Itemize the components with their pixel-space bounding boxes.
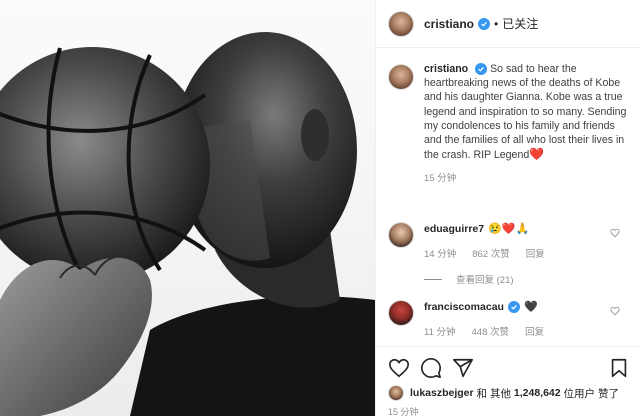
comment-text: 🖤 <box>523 301 538 313</box>
commenter-avatar[interactable] <box>388 300 414 326</box>
header-separator: • <box>494 16 499 31</box>
caption-text: So sad to hear the heartbreaking news of… <box>424 63 627 162</box>
follow-status-button[interactable]: 已关注 <box>502 15 538 32</box>
post-header: cristiano • 已关注 <box>376 0 640 48</box>
caption-body: cristiano So sad to hear the heartbreaki… <box>424 62 629 187</box>
caption-username[interactable]: cristiano <box>424 63 468 75</box>
likes-count[interactable]: 1,248,642 <box>514 387 561 399</box>
post-time: 15 分钟 <box>388 407 419 416</box>
commenter-username[interactable]: eduaguirre7 <box>424 223 484 235</box>
author-avatar[interactable] <box>388 10 414 37</box>
liker-avatar[interactable] <box>388 385 404 401</box>
comment-likes[interactable]: 448 次赞 <box>472 324 510 338</box>
small-heart-icon[interactable] <box>610 228 620 238</box>
post-photo[interactable] <box>0 0 375 416</box>
post-caption: cristiano So sad to hear the heartbreaki… <box>376 48 640 187</box>
replies-divider <box>424 278 442 280</box>
verified-icon <box>475 63 488 75</box>
heart-icon[interactable] <box>388 357 410 379</box>
bookmark-icon[interactable] <box>608 357 630 379</box>
commenter-avatar[interactable] <box>388 222 414 248</box>
instagram-post: cristiano • 已关注 cristiano So sad to hear… <box>0 0 640 416</box>
reply-button[interactable]: 回复 <box>525 324 544 338</box>
liker-username[interactable]: lukaszbejger <box>410 387 474 399</box>
red-heart-emoji: ❤️ <box>529 147 545 162</box>
comment-time: 11 分钟 <box>424 327 456 338</box>
caption-avatar[interactable] <box>388 64 414 90</box>
likes-suffix: 位用户 赞了 <box>563 387 619 400</box>
view-replies-label: 查看回复 (21) <box>456 275 514 286</box>
author-username[interactable]: cristiano <box>424 17 474 31</box>
kobe-basketball-image <box>0 32 375 416</box>
likes-connector: 和 其他 <box>476 387 511 400</box>
reply-button[interactable]: 回复 <box>526 246 545 260</box>
share-icon[interactable] <box>452 357 474 379</box>
verified-icon <box>478 17 491 30</box>
comment-text: 😢❤️🙏 <box>488 223 530 235</box>
action-bar: lukaszbejger 和 其他 1,248,642 位用户 赞了 15 分钟 <box>376 346 640 416</box>
comment-item: franciscomacau 🖤 11 分钟 448 次赞 回复 <box>388 300 630 338</box>
likes-summary: lukaszbejger 和 其他 1,248,642 位用户 赞了 <box>388 385 619 401</box>
view-replies-button[interactable]: 查看回复 (21) <box>424 272 514 286</box>
post-side-panel: cristiano • 已关注 cristiano So sad to hear… <box>375 0 640 416</box>
comment-time: 14 分钟 <box>424 249 457 260</box>
small-heart-icon[interactable] <box>610 306 620 316</box>
comment-likes[interactable]: 862 次赞 <box>472 246 510 260</box>
caption-time: 15 分钟 <box>424 173 457 185</box>
comment-item: eduaguirre7 😢❤️🙏 14 分钟 862 次赞 回复 <box>388 222 630 260</box>
verified-icon <box>507 300 520 313</box>
comment-icon[interactable] <box>420 357 442 379</box>
commenter-username[interactable]: franciscomacau <box>424 301 504 313</box>
